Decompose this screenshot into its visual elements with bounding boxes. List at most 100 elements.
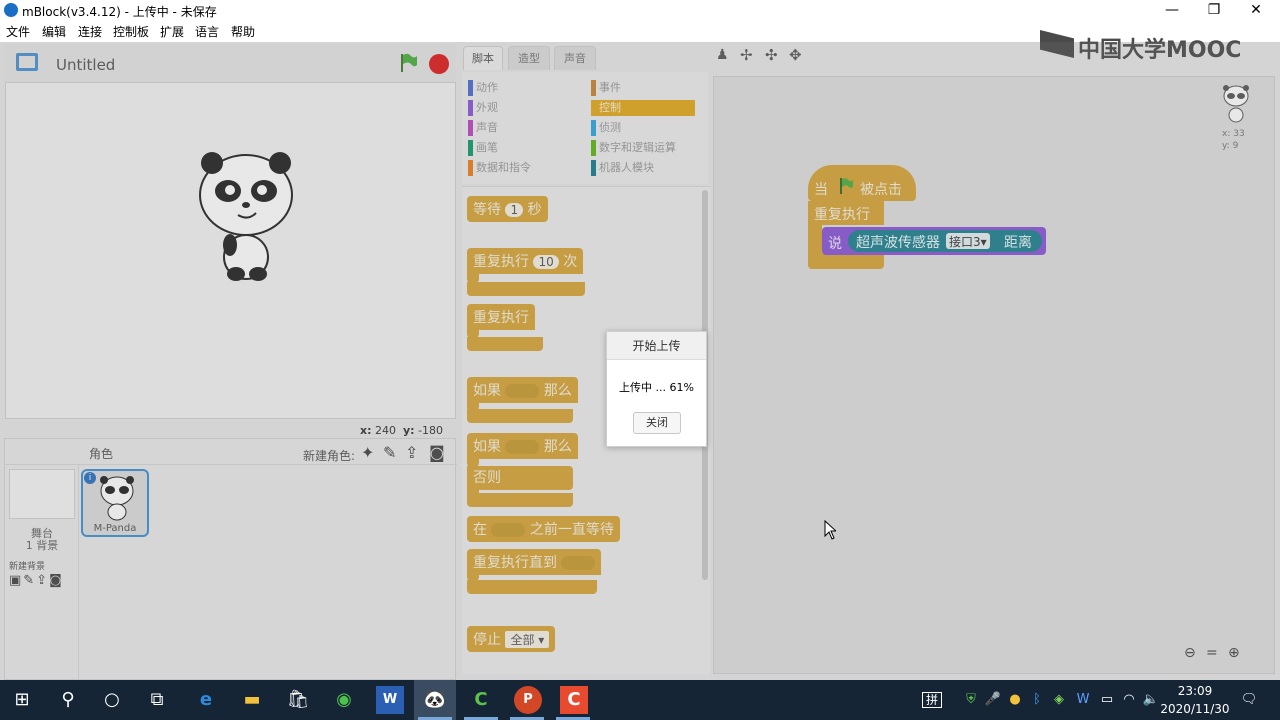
- sprite-thumbnail[interactable]: i M-Panda: [81, 469, 149, 537]
- stage[interactable]: [5, 82, 456, 419]
- project-name[interactable]: Untitled: [56, 56, 115, 74]
- category-looks[interactable]: 外观: [468, 100, 578, 116]
- block-if[interactable]: 如果 那么: [467, 377, 578, 403]
- mooc-watermark: 中国大学MOOC: [1078, 38, 1242, 63]
- menu-language[interactable]: 语言: [195, 23, 219, 40]
- taskbar-search-icon[interactable]: ⚲: [54, 686, 82, 714]
- menu-file[interactable]: 文件: [6, 23, 30, 40]
- panda-sprite-icon[interactable]: [196, 149, 296, 284]
- stage-thumbnail[interactable]: [9, 469, 75, 519]
- file-explorer-icon[interactable]: ▬: [238, 686, 266, 714]
- upload-sprite-icon[interactable]: ⇪: [405, 443, 418, 462]
- block-repeat-until[interactable]: 重复执行直到: [467, 549, 602, 575]
- upload-progress-text: 上传中 ... 61%: [619, 381, 694, 394]
- zoom-reset-icon[interactable]: =: [1206, 645, 1218, 661]
- info-icon[interactable]: i: [84, 472, 96, 484]
- powerpoint-icon[interactable]: P: [514, 686, 542, 714]
- block-forever[interactable]: 重复执行: [467, 304, 535, 330]
- scripts-area[interactable]: x: 33 y: 9 当 被点击 重复执行 说 超声波传感器 接口3▾ 距离 ⊖…: [713, 76, 1275, 674]
- stop-dropdown[interactable]: 全部 ▾: [505, 631, 550, 648]
- sprite-library-icon[interactable]: ✦: [361, 443, 374, 462]
- category-events[interactable]: 事件: [591, 80, 701, 96]
- port-dropdown[interactable]: 接口3▾: [946, 233, 990, 249]
- category-sound[interactable]: 声音: [468, 120, 578, 136]
- wifi-icon[interactable]: ◠: [1120, 692, 1138, 707]
- block-repeat[interactable]: 重复执行 10 次: [467, 248, 584, 274]
- shrink-icon[interactable]: ✥: [789, 46, 802, 64]
- menu-board[interactable]: 控制板: [113, 23, 149, 40]
- security-icon[interactable]: ⛨: [962, 692, 980, 707]
- recorder-icon[interactable]: C: [560, 686, 588, 714]
- sprites-title: 角色: [89, 447, 114, 461]
- repeat-end: [467, 282, 585, 296]
- menu-help[interactable]: 帮助: [231, 23, 255, 40]
- clock-time[interactable]: 23:09: [1162, 684, 1228, 698]
- category-operators[interactable]: 数字和逻辑运算: [591, 140, 701, 156]
- restore-button[interactable]: ❐: [1194, 0, 1234, 20]
- edge-icon[interactable]: e: [192, 686, 220, 714]
- volume-icon[interactable]: 🔈: [1142, 692, 1160, 707]
- stage-coords: x: 240 y: -180: [360, 424, 443, 437]
- bluetooth-icon[interactable]: ᛒ: [1028, 692, 1046, 707]
- backdrop-tools-icon[interactable]: ▣✎⇪◙: [9, 573, 64, 588]
- new-sprite-label: 新建角色:: [303, 449, 356, 463]
- block-stop[interactable]: 停止 全部 ▾: [467, 626, 556, 652]
- menu-edit[interactable]: 编辑: [42, 23, 66, 40]
- category-motion[interactable]: 动作: [468, 80, 578, 96]
- category-robots[interactable]: 机器人模块: [591, 160, 701, 176]
- sensor-reporter[interactable]: 超声波传感器 接口3▾ 距离: [848, 230, 1042, 252]
- menu-extensions[interactable]: 扩展: [160, 23, 184, 40]
- sprite-y: y: 9: [1222, 141, 1239, 151]
- microphone-icon[interactable]: 🎤: [984, 692, 1002, 707]
- category-data[interactable]: 数据和指令: [468, 160, 578, 176]
- hat-block[interactable]: 当 被点击: [808, 165, 916, 201]
- y-value: -180: [418, 424, 444, 437]
- hat-when: 当: [814, 182, 828, 198]
- sprite-x: x: 33: [1222, 129, 1245, 139]
- tab-scripts[interactable]: 脚本: [463, 46, 503, 70]
- paint-sprite-icon[interactable]: ✎: [383, 443, 396, 462]
- category-control[interactable]: 控制: [591, 100, 695, 116]
- camtasia-icon[interactable]: C: [467, 686, 495, 714]
- zoom-out-icon[interactable]: ⊖: [1184, 645, 1196, 661]
- notification-icon[interactable]: 🗨: [1240, 692, 1258, 707]
- minimize-button[interactable]: —: [1152, 0, 1192, 20]
- nvidia-icon[interactable]: ◈: [1050, 692, 1068, 707]
- dialog-title: 开始上传: [607, 332, 706, 360]
- grow-icon[interactable]: ✣: [765, 46, 778, 64]
- duplicate-icon[interactable]: ♟: [716, 47, 729, 63]
- tab-sounds[interactable]: 声音: [554, 46, 596, 70]
- word-icon[interactable]: W: [376, 686, 404, 714]
- ime-indicator[interactable]: 拼: [922, 692, 942, 708]
- stop-icon[interactable]: [429, 54, 449, 74]
- mblock-icon[interactable]: 🐼: [421, 686, 449, 714]
- green-flag-icon[interactable]: [398, 52, 418, 74]
- tab-costumes[interactable]: 造型: [508, 46, 550, 70]
- close-window-button[interactable]: ✕: [1236, 0, 1276, 20]
- dialog-close-button[interactable]: 关闭: [633, 412, 681, 434]
- delete-icon[interactable]: ✢: [740, 46, 753, 64]
- category-pen[interactable]: 画笔: [468, 140, 578, 156]
- forever-block[interactable]: 重复执行: [808, 201, 884, 225]
- yellow-app-icon[interactable]: ●: [1006, 692, 1024, 707]
- zoom-in-icon[interactable]: ⊕: [1228, 645, 1240, 661]
- block-wait[interactable]: 等待 1 秒: [467, 196, 548, 222]
- sprite-corner-icon: [1223, 85, 1249, 123]
- cortana-icon[interactable]: ○: [98, 686, 126, 714]
- windows-start-icon[interactable]: ⊞: [8, 686, 36, 714]
- category-sensing[interactable]: 侦测: [591, 120, 701, 136]
- new-backdrop-label: 新建背景: [9, 562, 46, 572]
- block-if-else[interactable]: 如果 那么: [467, 433, 578, 459]
- browser-icon[interactable]: ◉: [330, 686, 358, 714]
- wps-icon[interactable]: W: [1074, 692, 1092, 707]
- menu-connect[interactable]: 连接: [78, 23, 102, 40]
- store-icon[interactable]: 🛍: [284, 686, 312, 714]
- block-wait-until[interactable]: 在 之前一直等待: [467, 516, 620, 542]
- task-view-icon[interactable]: ⧉: [143, 686, 171, 714]
- say-block[interactable]: 说 超声波传感器 接口3▾ 距离: [822, 227, 1046, 255]
- clock-date[interactable]: 2020/11/30: [1160, 702, 1230, 716]
- distance-label: 距离: [1004, 235, 1032, 251]
- battery-icon[interactable]: ▭: [1098, 692, 1116, 707]
- camera-sprite-icon[interactable]: ◙: [429, 443, 445, 462]
- fullscreen-icon[interactable]: [16, 53, 38, 71]
